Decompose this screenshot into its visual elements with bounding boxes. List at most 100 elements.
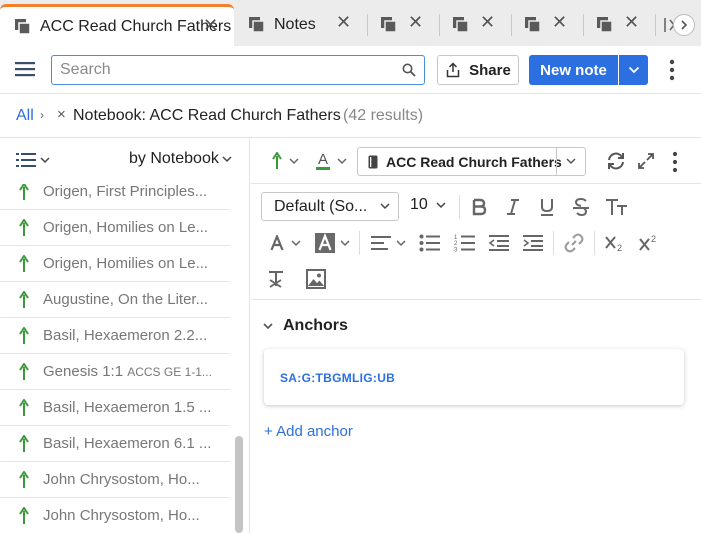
hamburger-menu-icon[interactable] [14,58,36,80]
anchor-pin-icon [19,255,29,272]
close-icon[interactable]: ✕ [624,12,639,33]
text-color-button[interactable] [267,232,303,254]
bold-button[interactable] [468,196,490,218]
notes-icon [597,17,613,33]
close-icon[interactable]: ✕ [203,15,218,36]
share-button[interactable]: Share [437,55,519,85]
anchor-card[interactable]: SA:G:TBGMLIG:UB [264,349,684,405]
app-window: ACC Read Church Fathers ✕ Notes ✕ ✕ ✕ ✕ … [0,0,701,533]
anchors-section: Anchors SA:G:TBGMLIG:UB + Add anchor [251,301,701,533]
bulleted-list-icon [419,234,440,252]
chevron-right-icon: › [40,108,44,122]
font-family-select[interactable]: Default (So... [261,192,399,221]
list-view-toggle[interactable] [16,152,50,168]
new-note-button[interactable]: New note [529,55,618,85]
insert-image-button[interactable] [304,268,328,290]
highlight-style-button[interactable]: A [315,150,347,172]
anchor-pin-icon [19,471,29,488]
chevron-down-icon [40,156,50,163]
numbered-list-button[interactable]: 1 2 3 [453,232,477,254]
list-item[interactable]: John Chrysostom, Ho... [0,462,230,498]
list-item[interactable]: Augustine, On the Liter... [0,282,230,318]
close-icon[interactable]: ✕ [336,12,351,33]
chevron-down-icon [337,157,347,164]
notebook-select[interactable]: ACC Read Church Fathers [357,147,586,176]
list-item[interactable]: Basil, Hexaemeron 6.1 ... [0,426,230,462]
list-item[interactable]: Origen, First Principles... [0,184,230,210]
close-icon[interactable]: ✕ [480,12,495,33]
new-note-dropdown-button[interactable] [619,55,648,85]
anchor-pin-icon [19,327,29,344]
tab-scroll-right-button[interactable] [673,14,695,36]
list-header: by Notebook [0,138,250,184]
toolbar-separator [553,231,554,255]
tab-acc-read-church-fathers[interactable]: ACC Read Church Fathers ✕ [0,4,234,46]
list-view-icon [16,153,36,167]
bulleted-list-button[interactable] [418,232,442,254]
tab-3[interactable]: ✕ [368,4,440,46]
close-icon[interactable]: ✕ [408,12,423,33]
expand-button[interactable] [637,152,655,170]
anchor-reference[interactable]: SA:G:TBGMLIG:UB [280,371,395,385]
list-item[interactable]: Basil, Hexaemeron 2.2... [0,318,230,354]
anchors-header[interactable]: Anchors [263,317,348,335]
italic-button[interactable] [502,196,524,218]
align-left-icon [371,236,391,250]
toolbar-separator [594,231,595,255]
highlight-color-icon [314,233,335,253]
highlight-letter: A [318,151,328,168]
tab-6[interactable]: ✕ [584,4,656,46]
align-button[interactable] [369,232,407,254]
more-vertical-icon[interactable] [664,58,680,82]
list-item[interactable]: Basil, Hexaemeron 1.5 ... [0,390,230,426]
image-icon [306,269,326,289]
add-anchor-link[interactable]: + Add anchor [264,423,353,440]
search-input[interactable] [60,60,390,80]
indent-button[interactable] [521,232,545,254]
tab-5[interactable]: ✕ [512,4,584,46]
anchor-style-button[interactable] [271,152,299,170]
clear-formatting-icon [269,271,283,288]
chevron-down-icon [290,239,301,246]
search-icon[interactable] [402,63,416,77]
sort-by-select[interactable]: by Notebook [129,150,232,168]
breadcrumb-all-link[interactable]: All [16,107,34,125]
text-case-button[interactable] [604,196,630,218]
list-item[interactable]: Genesis 1:1 ACCS GE 1-1... [0,354,230,390]
outdent-button[interactable] [487,232,511,254]
anchor-pin-icon [19,219,29,236]
notebook-dropdown-button[interactable] [556,148,585,175]
remove-filter-icon[interactable]: × [57,106,66,123]
highlight-color-button[interactable] [313,231,351,255]
close-icon[interactable]: ✕ [552,12,567,33]
font-size-select[interactable]: 10 [410,196,446,214]
expand-icon [638,153,654,169]
note-title: Origen, Homilies on Le... [43,255,209,272]
tab-4[interactable]: ✕ [440,4,512,46]
svg-text:3: 3 [454,248,458,253]
underline-button[interactable] [536,196,558,218]
sync-button[interactable] [605,150,627,172]
text-case-icon [606,199,627,215]
anchor-pin-icon [272,152,282,169]
numbered-list-icon: 1 2 3 [454,235,475,253]
clear-formatting-button[interactable] [265,268,289,290]
more-vertical-icon[interactable] [669,151,681,173]
subscript-button[interactable]: 2 [603,232,627,254]
tab-notes[interactable]: Notes ✕ [236,4,366,46]
link-button[interactable] [562,232,586,254]
chevron-down-icon [222,155,232,162]
main-toolbar: Share New note [0,46,701,94]
strikethrough-button[interactable] [570,196,592,218]
superscript-button[interactable]: 2 [637,232,661,254]
list-item[interactable]: Origen, Homilies on Le... [0,210,230,246]
chevron-right-icon [681,20,688,30]
note-title: Origen, Homilies on Le... [43,219,209,236]
outdent-icon [488,235,509,251]
notebook-label: ACC Read Church Fathers [386,153,562,170]
results-count: (42 results) [343,107,424,124]
list-item[interactable]: Origen, Homilies on Le... [0,246,230,282]
list-item[interactable]: John Chrysostom, Ho... [0,498,230,533]
superscript-icon: 2 [639,234,656,251]
list-scrollbar[interactable] [235,436,243,533]
